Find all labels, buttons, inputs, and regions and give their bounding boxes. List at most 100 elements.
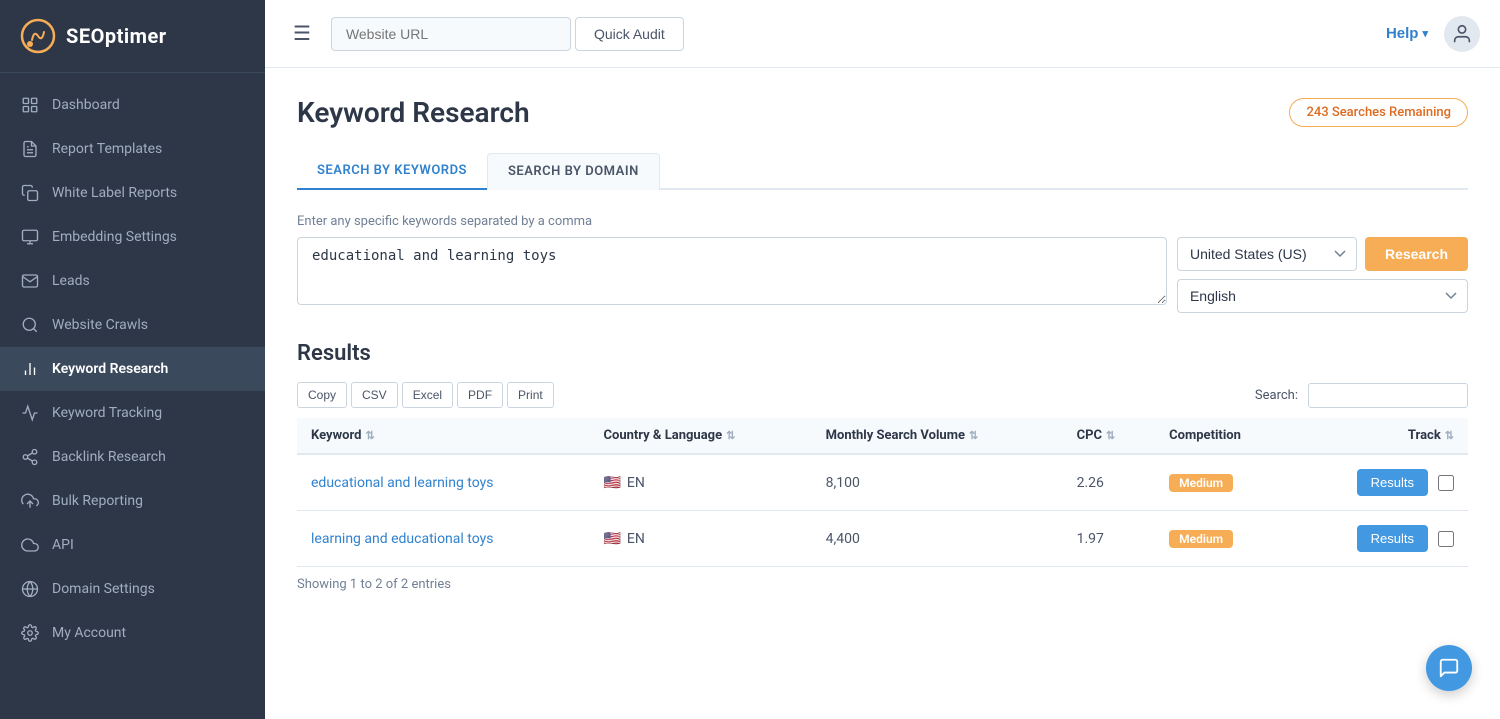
track-cell: Results — [1294, 454, 1468, 511]
keyword-cell: learning and educational toys — [297, 511, 589, 567]
language-code: EN — [627, 531, 645, 547]
keyword-link[interactable]: learning and educational toys — [311, 531, 493, 547]
results-button[interactable]: Results — [1357, 525, 1428, 552]
results-title: Results — [297, 341, 1468, 366]
cloud-icon — [20, 535, 40, 555]
sidebar: SEOptimer Dashboard Report Templates Whi… — [0, 0, 265, 719]
bar-chart-icon — [20, 359, 40, 379]
research-button[interactable]: Research — [1365, 237, 1468, 271]
chevron-down-icon: ▾ — [1422, 27, 1428, 40]
col-header-competition: Competition — [1155, 418, 1294, 454]
track-cell: Results — [1294, 511, 1468, 567]
col-header-keyword: Keyword⇅ — [297, 418, 589, 454]
search-icon — [20, 315, 40, 335]
language-select[interactable]: English Spanish French — [1177, 279, 1468, 313]
help-label: Help — [1386, 25, 1419, 42]
page-content: Keyword Research 243 Searches Remaining … — [265, 68, 1500, 719]
sort-icon: ⇅ — [1106, 429, 1115, 442]
sidebar-item-label: Domain Settings — [52, 581, 155, 597]
sidebar-item-backlink-research[interactable]: Backlink Research — [0, 435, 265, 479]
chat-bubble[interactable] — [1426, 645, 1472, 691]
page-title: Keyword Research — [297, 96, 530, 129]
globe-icon — [20, 579, 40, 599]
monthly-volume-cell: 8,100 — [812, 454, 1063, 511]
col-header-monthly-volume: Monthly Search Volume⇅ — [812, 418, 1063, 454]
help-button[interactable]: Help ▾ — [1386, 25, 1428, 42]
sidebar-item-keyword-tracking[interactable]: Keyword Tracking — [0, 391, 265, 435]
share-icon — [20, 447, 40, 467]
header: ☰ Quick Audit Help ▾ — [265, 0, 1500, 68]
url-input[interactable] — [331, 17, 571, 51]
sidebar-item-label: Leads — [52, 273, 90, 289]
csv-button[interactable]: CSV — [351, 382, 398, 408]
table-toolbar: Copy CSV Excel PDF Print Search: — [297, 382, 1468, 408]
sidebar-logo: SEOptimer — [0, 0, 265, 73]
tab-by-domain[interactable]: SEARCH BY DOMAIN — [487, 153, 660, 190]
quick-audit-button[interactable]: Quick Audit — [575, 17, 684, 51]
flag-icon: 🇺🇸 — [603, 531, 620, 547]
sidebar-item-dashboard[interactable]: Dashboard — [0, 83, 265, 127]
track-checkbox[interactable] — [1438, 475, 1454, 491]
sidebar-item-keyword-research[interactable]: Keyword Research — [0, 347, 265, 391]
table-search-label: Search: — [1255, 388, 1298, 403]
sidebar-item-bulk-reporting[interactable]: Bulk Reporting — [0, 479, 265, 523]
sidebar-item-domain-settings[interactable]: Domain Settings — [0, 567, 265, 611]
country-language-cell: 🇺🇸 EN — [589, 454, 811, 511]
sidebar-item-my-account[interactable]: My Account — [0, 611, 265, 655]
table-footer: Showing 1 to 2 of 2 entries — [297, 567, 1468, 602]
competition-badge: Medium — [1169, 530, 1233, 548]
sidebar-item-label: Bulk Reporting — [52, 493, 143, 509]
track-checkbox[interactable] — [1438, 531, 1454, 547]
page-header-row: Keyword Research 243 Searches Remaining — [297, 96, 1468, 129]
col-header-cpc: CPC⇅ — [1063, 418, 1156, 454]
copy-button[interactable]: Copy — [297, 382, 347, 408]
sort-icon: ⇅ — [726, 429, 735, 442]
results-table: Keyword⇅ Country & Language⇅ Monthly Sea… — [297, 418, 1468, 567]
tab-by-keywords[interactable]: SEARCH BY KEYWORDS — [297, 153, 487, 190]
file-text-icon — [20, 139, 40, 159]
results-button[interactable]: Results — [1357, 469, 1428, 496]
keyword-cell: educational and learning toys — [297, 454, 589, 511]
sort-icon: ⇅ — [1445, 429, 1454, 442]
sidebar-item-label: Backlink Research — [52, 449, 166, 465]
competition-badge: Medium — [1169, 474, 1233, 492]
upload-icon — [20, 491, 40, 511]
language-code: EN — [627, 475, 645, 491]
country-language-cell: 🇺🇸 EN — [589, 511, 811, 567]
excel-button[interactable]: Excel — [402, 382, 453, 408]
sort-icon: ⇅ — [365, 429, 374, 442]
sidebar-item-white-label[interactable]: White Label Reports — [0, 171, 265, 215]
sidebar-item-label: Report Templates — [52, 141, 162, 157]
pdf-button[interactable]: PDF — [457, 382, 503, 408]
keyword-link[interactable]: educational and learning toys — [311, 475, 493, 491]
mail-icon — [20, 271, 40, 291]
settings-icon — [20, 623, 40, 643]
country-select[interactable]: United States (US) United Kingdom (UK) A… — [1177, 237, 1357, 271]
sidebar-item-leads[interactable]: Leads — [0, 259, 265, 303]
sidebar-item-api[interactable]: API — [0, 523, 265, 567]
searches-remaining-badge: 243 Searches Remaining — [1289, 98, 1468, 127]
print-button[interactable]: Print — [507, 382, 554, 408]
activity-icon — [20, 403, 40, 423]
sidebar-item-label: Keyword Tracking — [52, 405, 162, 421]
sidebar-item-label: API — [52, 537, 74, 553]
table-search-input[interactable] — [1308, 383, 1468, 408]
cpc-cell: 2.26 — [1063, 454, 1156, 511]
sidebar-item-label: White Label Reports — [52, 185, 177, 201]
cpc-cell: 1.97 — [1063, 511, 1156, 567]
hamburger-button[interactable]: ☰ — [285, 17, 319, 50]
search-tabs: SEARCH BY KEYWORDS SEARCH BY DOMAIN — [297, 153, 1468, 190]
avatar[interactable] — [1444, 16, 1480, 52]
sidebar-item-report-templates[interactable]: Report Templates — [0, 127, 265, 171]
flag-icon: 🇺🇸 — [603, 475, 620, 491]
sidebar-item-label: Keyword Research — [52, 361, 168, 377]
sidebar-item-label: Dashboard — [52, 97, 120, 113]
sidebar-item-website-crawls[interactable]: Website Crawls — [0, 303, 265, 347]
grid-icon — [20, 95, 40, 115]
sidebar-item-label: Embedding Settings — [52, 229, 177, 245]
keyword-textarea[interactable]: educational and learning toys — [297, 237, 1167, 305]
sidebar-item-embedding[interactable]: Embedding Settings — [0, 215, 265, 259]
table-row: learning and educational toys 🇺🇸 EN 4,40… — [297, 511, 1468, 567]
app-name: SEOptimer — [66, 24, 167, 48]
main-wrapper: ☰ Quick Audit Help ▾ Keyword Research 24… — [265, 0, 1500, 719]
